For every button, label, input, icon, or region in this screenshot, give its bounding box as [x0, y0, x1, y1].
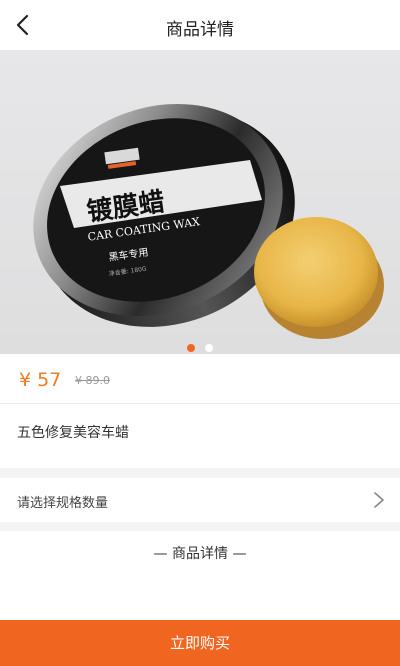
product-image: 镀膜蜡 CAR COATING WAX 黑车专用 净含量: 180G [33, 103, 384, 339]
buy-now-button[interactable]: 立即购买 [0, 620, 400, 666]
original-price: ¥ 89.0 [75, 374, 110, 387]
price-row: ¥ 57 ¥ 89.0 [0, 354, 400, 404]
carousel-dot[interactable] [204, 344, 213, 352]
spec-label: 请选择规格数量 [17, 496, 109, 511]
current-price: ¥ 57 [19, 369, 62, 391]
chevron-right-icon [374, 492, 384, 508]
detail-section: — 商品详情 — [0, 531, 400, 620]
spec-selector[interactable]: 请选择规格数量 [0, 478, 400, 522]
page-title: 商品详情 [166, 20, 234, 40]
carousel-indicator [0, 337, 400, 352]
product-info: 五色修复美容车蜡 [0, 404, 400, 468]
product-image-carousel[interactable]: 镀膜蜡 CAR COATING WAX 黑车专用 净含量: 180G [0, 50, 400, 354]
navbar: 商品详情 [0, 0, 400, 50]
product-name: 五色修复美容车蜡 [17, 425, 129, 441]
detail-heading: — 商品详情 — [153, 546, 247, 562]
